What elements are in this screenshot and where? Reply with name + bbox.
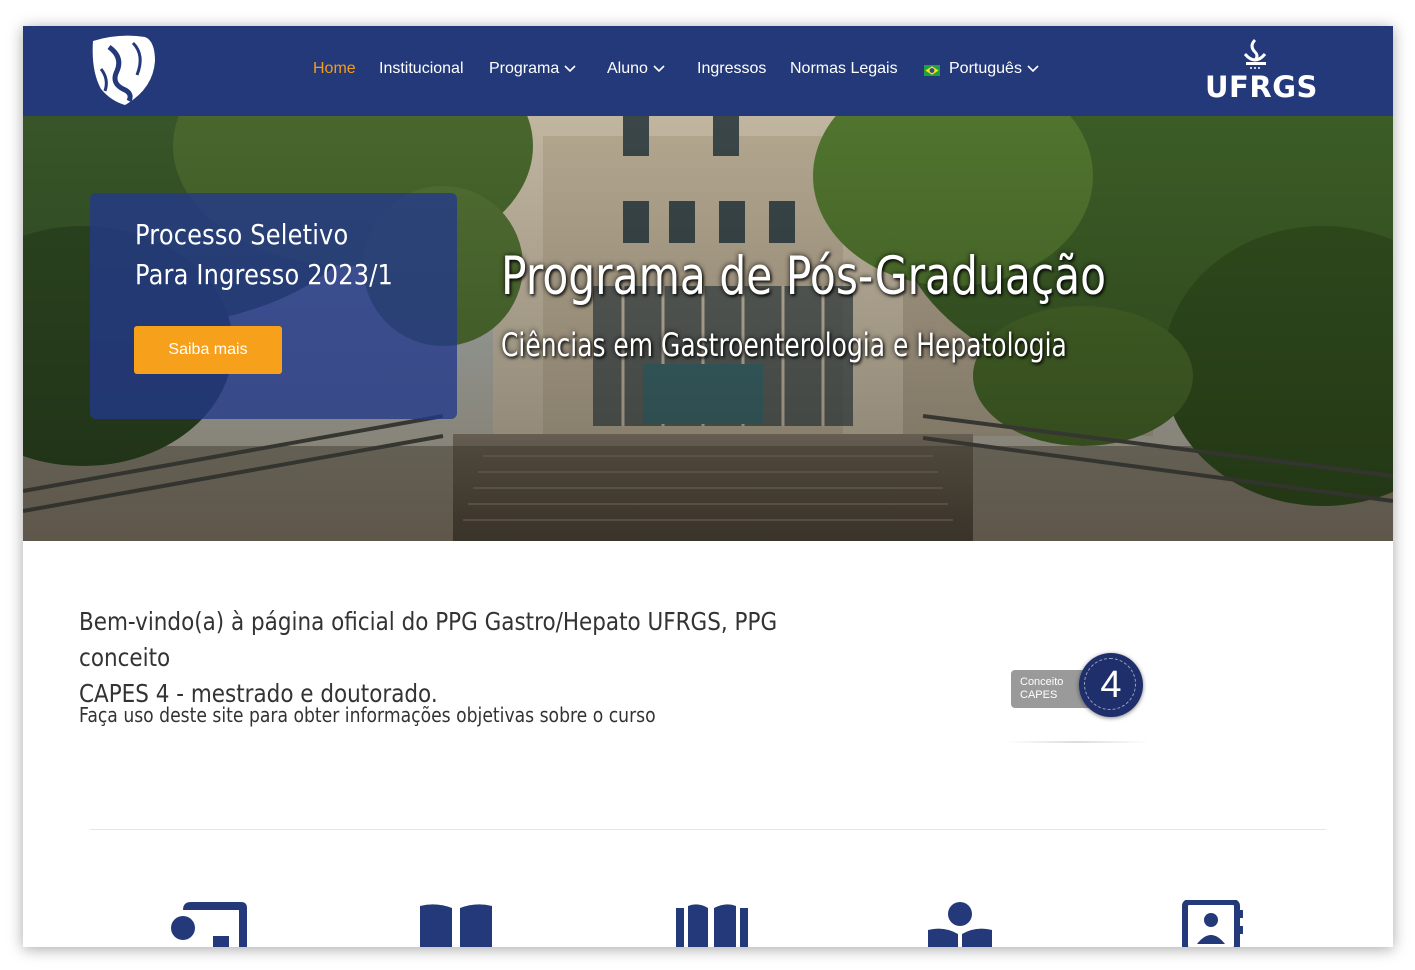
chevron-down-icon bbox=[653, 65, 665, 73]
capes-label-line2: CAPES bbox=[1020, 689, 1058, 701]
ppg-logo[interactable] bbox=[89, 31, 159, 111]
selection-process-card: Processo Seletivo Para Ingresso 2023/1 S… bbox=[90, 193, 457, 419]
welcome-heading: Bem-vindo(a) à página oficial do PPG Gas… bbox=[79, 604, 801, 712]
nav-ingressos-label: Ingressos bbox=[697, 60, 767, 77]
nav-home-label: Home bbox=[313, 60, 356, 77]
welcome-heading-line1: Bem-vindo(a) à página oficial do PPG Gas… bbox=[79, 607, 778, 672]
hero-title: Programa de Pós-Graduação bbox=[501, 246, 1107, 307]
nav-aluno-label: Aluno bbox=[607, 60, 648, 77]
promo-title-line1: Processo Seletivo bbox=[135, 218, 349, 251]
welcome-subtext: Faça uso deste site para obter informaçõ… bbox=[79, 703, 656, 727]
nav-home[interactable]: Home bbox=[313, 59, 356, 79]
nav-institucional[interactable]: Institucional bbox=[379, 59, 464, 79]
teacher-board-icon[interactable] bbox=[169, 900, 249, 947]
capes-badge: Conceito CAPES 4 bbox=[1011, 650, 1151, 730]
nav-ingressos[interactable]: Ingressos bbox=[697, 59, 766, 79]
open-book-icon[interactable] bbox=[416, 900, 496, 947]
nav-language[interactable]: Português bbox=[924, 59, 1039, 79]
browser-page: Home Institucional Programa Aluno Ingres… bbox=[23, 26, 1393, 947]
ufrgs-logo[interactable]: UFRGS bbox=[1201, 36, 1318, 104]
promo-title-line2: Para Ingresso 2023/1 bbox=[135, 258, 393, 291]
nav-normas-legais[interactable]: Normas Legais bbox=[790, 59, 898, 79]
nav-institucional-label: Institucional bbox=[379, 60, 464, 77]
section-divider bbox=[90, 829, 1326, 830]
reader-icon[interactable] bbox=[920, 900, 1000, 947]
promo-title: Processo Seletivo Para Ingresso 2023/1 bbox=[135, 215, 393, 295]
chevron-down-icon bbox=[564, 65, 576, 73]
nav-programa-label: Programa bbox=[489, 60, 560, 77]
capes-label-line1: Conceito bbox=[1020, 676, 1064, 688]
ppg-logo-icon bbox=[92, 35, 155, 105]
ufrgs-wordmark: UFRGS bbox=[1205, 70, 1318, 104]
nav-normas-legais-label: Normas Legais bbox=[790, 60, 898, 77]
contact-book-icon[interactable] bbox=[1171, 900, 1251, 947]
site-header: Home Institucional Programa Aluno Ingres… bbox=[23, 26, 1393, 116]
books-icon[interactable] bbox=[674, 900, 754, 947]
capes-score: 4 bbox=[1100, 664, 1122, 706]
nav-aluno[interactable]: Aluno bbox=[607, 59, 665, 79]
badge-shadow bbox=[1005, 741, 1150, 743]
hero-banner: Processo Seletivo Para Ingresso 2023/1 S… bbox=[23, 116, 1393, 541]
hero-subtitle: Ciências em Gastroenterologia e Hepatolo… bbox=[501, 326, 1067, 364]
saiba-mais-button[interactable]: Saiba mais bbox=[134, 326, 282, 374]
nav-language-label: Português bbox=[949, 60, 1022, 77]
brazil-flag-icon bbox=[924, 64, 940, 76]
capes-score-circle: 4 bbox=[1079, 653, 1143, 717]
chevron-down-icon bbox=[1027, 65, 1039, 73]
nav-programa[interactable]: Programa bbox=[489, 59, 576, 79]
